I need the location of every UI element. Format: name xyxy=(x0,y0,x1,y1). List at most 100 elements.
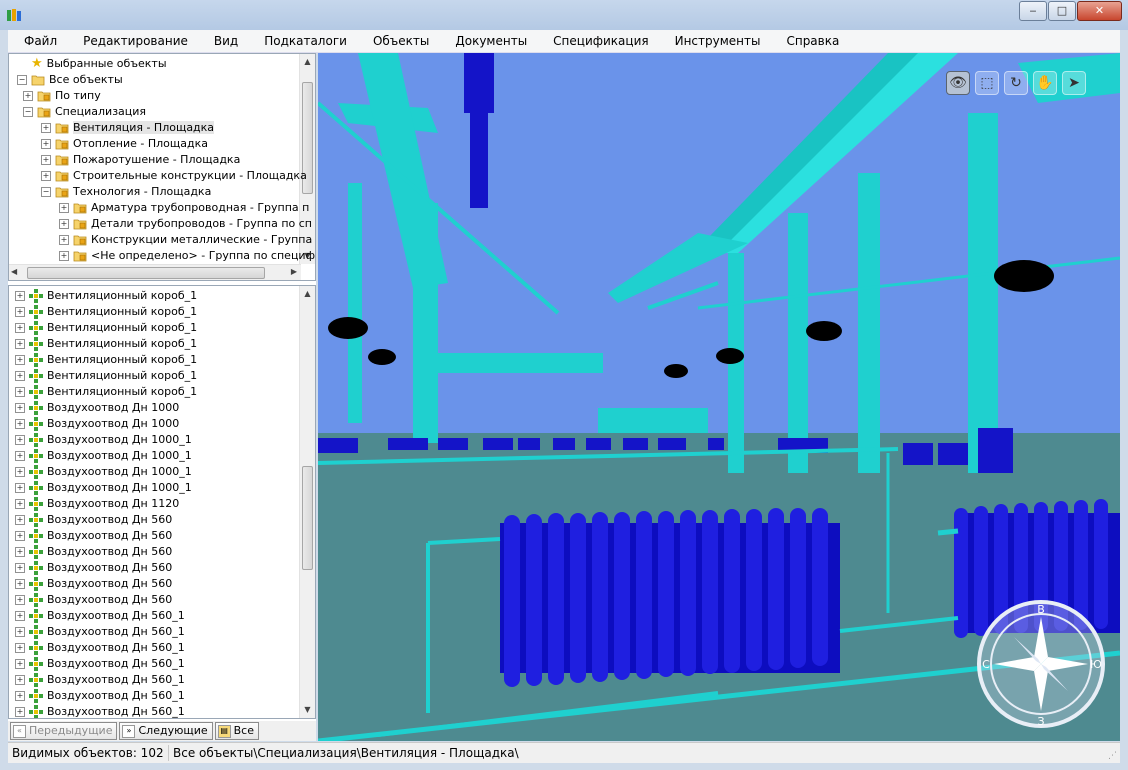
expand-icon[interactable]: + xyxy=(15,547,25,557)
expand-icon[interactable]: + xyxy=(15,435,25,445)
catalog-tree-item[interactable]: + Детали трубопроводов - Группа по сп xyxy=(59,216,312,232)
object-list-item[interactable]: + Воздухоотвод Дн 560 xyxy=(15,544,172,560)
resize-grip-icon[interactable]: ⋰ xyxy=(1108,751,1118,761)
scroll-left-arrow-icon[interactable]: ◀ xyxy=(11,265,17,279)
catalog-tree-item[interactable]: − Технология - Площадка xyxy=(41,184,211,200)
expand-icon[interactable]: + xyxy=(15,611,25,621)
expand-icon[interactable]: + xyxy=(15,627,25,637)
expand-icon[interactable]: + xyxy=(15,291,25,301)
object-list-item[interactable]: + Воздухоотвод Дн 1000_1 xyxy=(15,448,192,464)
scroll-down-arrow-icon[interactable]: ▼ xyxy=(300,702,315,718)
menu-edit[interactable]: Редактирование xyxy=(67,30,198,52)
expand-icon[interactable]: + xyxy=(15,515,25,525)
eye-icon[interactable]: 👁 xyxy=(946,71,970,95)
expand-icon[interactable]: + xyxy=(15,531,25,541)
expand-icon[interactable]: + xyxy=(15,563,25,573)
catalog-tree-item[interactable]: + Строительные конструкции - Площадка xyxy=(41,168,307,184)
expand-icon[interactable]: + xyxy=(41,155,51,165)
expand-icon[interactable]: + xyxy=(15,691,25,701)
object-list-item[interactable]: + Воздухоотвод Дн 560 xyxy=(15,512,172,528)
object-list-item[interactable]: + Воздухоотвод Дн 1000 xyxy=(15,416,179,432)
previous-button[interactable]: « Передыдущие xyxy=(10,722,118,740)
object-list-item[interactable]: + Воздухоотвод Дн 560 xyxy=(15,592,172,608)
object-list-item[interactable]: + Воздухоотвод Дн 560_1 xyxy=(15,656,185,672)
object-list-item[interactable]: + Воздухоотвод Дн 1120 xyxy=(15,496,179,512)
scroll-right-arrow-icon[interactable]: ▶ xyxy=(291,265,297,279)
expand-icon[interactable]: + xyxy=(15,499,25,509)
fly-icon[interactable]: ➤ xyxy=(1062,71,1086,95)
compass-widget[interactable]: В З С Ю xyxy=(976,599,1106,729)
object-list-item[interactable]: + Воздухоотвод Дн 1000_1 xyxy=(15,464,192,480)
object-list-item[interactable]: + Воздухоотвод Дн 560 xyxy=(15,560,172,576)
menu-tools[interactable]: Инструменты xyxy=(659,30,771,52)
catalog-tree-item[interactable]: − Все объекты xyxy=(17,72,123,88)
object-list-vscroll[interactable]: ▲ ▼ xyxy=(299,286,315,718)
3d-viewport[interactable]: 👁 ⬚ ↻ ✋ ➤ В З С Ю xyxy=(318,53,1120,741)
object-list-item[interactable]: + Воздухоотвод Дн 560_1 xyxy=(15,640,185,656)
expand-icon[interactable]: + xyxy=(15,643,25,653)
expand-icon[interactable]: + xyxy=(41,171,51,181)
catalog-tree-item[interactable]: ★ Выбранные объекты xyxy=(17,56,167,72)
object-list-item[interactable]: + Воздухоотвод Дн 560_1 xyxy=(15,624,185,640)
object-list-item[interactable]: + Вентиляционный короб_1 xyxy=(15,384,197,400)
scroll-up-arrow-icon[interactable]: ▲ xyxy=(300,286,315,302)
catalog-tree-item[interactable]: + Отопление - Площадка xyxy=(41,136,208,152)
object-list-item[interactable]: + Воздухоотвод Дн 560_1 xyxy=(15,688,185,704)
expand-icon[interactable]: + xyxy=(15,419,25,429)
expand-icon[interactable]: + xyxy=(15,483,25,493)
menu-help[interactable]: Справка xyxy=(770,30,849,52)
expand-icon[interactable]: + xyxy=(23,91,33,101)
expand-icon[interactable]: + xyxy=(15,339,25,349)
menu-subcatalogs[interactable]: Подкаталоги xyxy=(248,30,357,52)
object-list-item[interactable]: + Воздухоотвод Дн 560 xyxy=(15,528,172,544)
expand-icon[interactable]: + xyxy=(15,579,25,589)
expand-icon[interactable]: + xyxy=(15,451,25,461)
object-list-item[interactable]: + Воздухоотвод Дн 560 xyxy=(15,576,172,592)
object-list-item[interactable]: + Воздухоотвод Дн 560_1 xyxy=(15,704,185,718)
catalog-tree-item[interactable]: + По типу xyxy=(23,88,101,104)
menu-specification[interactable]: Спецификация xyxy=(537,30,658,52)
expand-icon[interactable]: + xyxy=(15,675,25,685)
all-button[interactable]: ▤ Все xyxy=(214,722,259,740)
expand-icon[interactable]: + xyxy=(59,219,69,229)
catalog-tree-item[interactable]: + Конструкции металлические - Группа xyxy=(59,232,312,248)
object-list-item[interactable]: + Воздухоотвод Дн 1000_1 xyxy=(15,432,192,448)
hand-pan-icon[interactable]: ✋ xyxy=(1033,71,1057,95)
expand-icon[interactable]: + xyxy=(59,251,69,261)
object-list-item[interactable]: + Вентиляционный короб_1 xyxy=(15,368,197,384)
expand-icon[interactable]: + xyxy=(59,203,69,213)
close-button[interactable]: ✕ xyxy=(1077,1,1122,21)
catalog-tree-item[interactable]: − Специализация xyxy=(23,104,146,120)
catalog-tree-item[interactable]: + Вентиляция - Площадка xyxy=(41,120,215,136)
object-list-item[interactable]: + Воздухоотвод Дн 560_1 xyxy=(15,672,185,688)
catalog-tree-item[interactable]: + <Не определено> - Группа по специф xyxy=(59,248,315,264)
collapse-icon[interactable]: − xyxy=(23,107,33,117)
menu-view[interactable]: Вид xyxy=(198,30,248,52)
app-icon[interactable] xyxy=(6,7,22,23)
expand-icon[interactable]: + xyxy=(15,403,25,413)
catalog-tree-item[interactable]: + Арматура трубопроводная - Группа п xyxy=(59,200,309,216)
expand-icon[interactable]: + xyxy=(41,139,51,149)
expand-icon[interactable]: + xyxy=(15,659,25,669)
expand-icon[interactable]: + xyxy=(15,707,25,717)
object-list-item[interactable]: + Воздухоотвод Дн 1000 xyxy=(15,400,179,416)
expand-icon[interactable]: + xyxy=(59,235,69,245)
menu-file[interactable]: Файл xyxy=(8,30,67,52)
expand-icon[interactable]: + xyxy=(15,387,25,397)
expand-icon[interactable]: + xyxy=(15,355,25,365)
expand-icon[interactable]: + xyxy=(15,307,25,317)
object-list-item[interactable]: + Вентиляционный короб_1 xyxy=(15,352,197,368)
object-list-item[interactable]: + Вентиляционный короб_1 xyxy=(15,288,197,304)
object-list-item[interactable]: + Вентиляционный короб_1 xyxy=(15,336,197,352)
object-list-item[interactable]: + Вентиляционный короб_1 xyxy=(15,304,197,320)
scroll-up-arrow-icon[interactable]: ▲ xyxy=(300,54,315,70)
minimize-button[interactable]: ‒ xyxy=(1019,1,1047,21)
expand-icon[interactable]: + xyxy=(15,595,25,605)
collapse-icon[interactable]: − xyxy=(17,75,27,85)
catalog-tree-hscroll[interactable]: ◀ ▶ xyxy=(9,264,301,280)
expand-icon[interactable]: + xyxy=(15,467,25,477)
expand-icon[interactable]: + xyxy=(15,371,25,381)
cube-view-icon[interactable]: ⬚ xyxy=(975,71,999,95)
object-list-item[interactable]: + Воздухоотвод Дн 560_1 xyxy=(15,608,185,624)
menu-objects[interactable]: Объекты xyxy=(357,30,439,52)
